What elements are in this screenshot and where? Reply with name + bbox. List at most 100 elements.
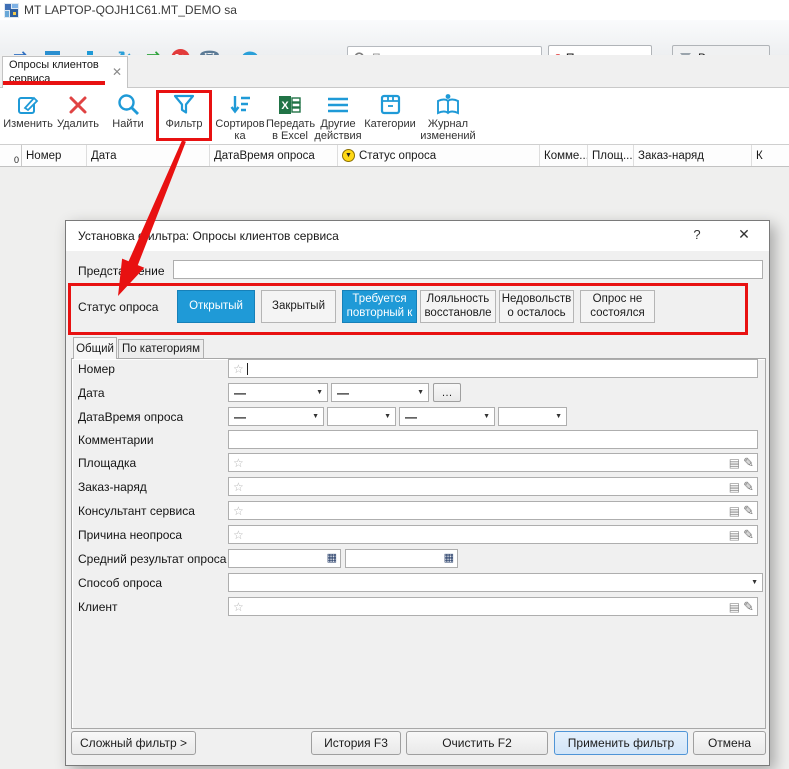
klient-input[interactable]: ☆ ▤✎ [228,597,758,616]
datavremya-op2-combo[interactable]: —▼ [399,407,495,426]
change-log-button[interactable]: Журнал изменений [418,91,478,143]
status-label: Статус опроса [78,300,158,314]
dropdown-caret-icon: ▼ [384,413,391,420]
column-header-zakaz[interactable]: Заказ-наряд [634,145,752,166]
dialog-help-button[interactable]: ? [685,227,709,245]
box-icon [362,91,418,118]
status-option-not-held[interactable]: Опрос не состоялся [580,290,655,323]
button-label: Передать в Excel [266,118,314,143]
tab-general[interactable]: Общий [73,337,117,359]
kommentarii-input[interactable] [228,430,758,449]
button-label: Изменить [2,118,54,130]
star-icon: ☆ [233,456,244,470]
status-option-loyalty[interactable]: Лояльность восстановле [420,290,496,323]
cancel-button[interactable]: Отмена [693,731,766,755]
dialog-titlebar[interactable]: Установка фильтра: Опросы клиентов серви… [66,221,769,251]
zakaz-input[interactable]: ☆ ▤✎ [228,477,758,496]
svg-text:X: X [281,100,289,112]
clear-button[interactable]: Очистить F2 [406,731,548,755]
prichina-input[interactable]: ☆ ▤✎ [228,525,758,544]
tab-label: Опросы клиентов сервиса [9,59,99,85]
column-header-kommentarii[interactable]: Комме... [540,145,588,166]
data-op1-combo[interactable]: —▼ [228,383,328,402]
search-icon [104,91,152,118]
data-more-button[interactable]: … [433,383,461,402]
status-option-open[interactable]: Открытый [177,290,255,323]
zakaz-label: Заказ-наряд [78,480,147,494]
status-option-closed[interactable]: Закрытый [261,290,336,323]
find-button[interactable]: Найти [104,91,152,130]
button-label: Сортировка [214,118,266,143]
window-title: MT LAPTOP-QOJH1C61.MT_DEMO sa [24,3,237,17]
text-caret [247,363,248,375]
advanced-filter-button[interactable]: Сложный фильтр > [71,731,196,755]
star-icon: ☆ [233,600,244,614]
tab-service-surveys[interactable]: Опросы клиентов сервиса ✕ [2,56,128,89]
edit-icon [2,91,54,118]
app-icon [4,3,19,18]
status-option-repeat[interactable]: Требуется повторный к [342,290,417,323]
button-label: Удалить [54,118,102,130]
button-label: Категории [362,118,418,130]
view-label: Представление [78,264,165,278]
konsultant-label: Консультант сервиса [78,504,195,518]
filter-button[interactable]: Фильтр [158,91,210,130]
sort-button[interactable]: Сортировка [214,91,266,143]
lookup-list-icon[interactable]: ▤ [729,528,740,542]
column-header-status[interactable]: ▼ Статус опроса [338,145,540,166]
apply-filter-button[interactable]: Применить фильтр [554,731,688,755]
button-label: Журнал изменений [418,118,478,143]
lookup-list-icon[interactable]: ▤ [729,600,740,614]
export-excel-button[interactable]: X Передать в Excel [266,91,314,143]
column-header-nomer[interactable]: Номер [22,145,87,166]
filter-funnel-icon [158,91,210,118]
sredniy-label: Средний результат опроса [78,552,226,566]
nomer-input[interactable]: ☆ [228,359,758,378]
history-button[interactable]: История F3 [311,731,401,755]
datavremya-op1-combo[interactable]: —▼ [228,407,324,426]
edit-pencil-icon[interactable]: ✎ [743,503,754,519]
more-actions-button[interactable]: Другие действия [314,91,362,143]
datavremya-val2-combo[interactable]: ▼ [498,407,567,426]
ploshchadka-input[interactable]: ☆ ▤✎ [228,453,758,472]
lookup-list-icon[interactable]: ▤ [729,456,740,470]
dropdown-caret-icon: ▼ [316,389,323,396]
view-input[interactable] [173,260,763,279]
edit-pencil-icon[interactable]: ✎ [743,599,754,615]
edit-pencil-icon[interactable]: ✎ [743,455,754,471]
column-header-datavremya[interactable]: ДатаВремя опроса [210,145,338,166]
tab-close-icon[interactable]: ✕ [112,66,122,78]
status-option-dissatisfied[interactable]: Недовольств о осталось [499,290,574,323]
edit-pencil-icon[interactable]: ✎ [743,527,754,543]
filter-dialog: Установка фильтра: Опросы клиентов серви… [65,220,770,766]
data-op2-combo[interactable]: —▼ [331,383,429,402]
nomer-label: Номер [78,362,115,376]
konsultant-input[interactable]: ☆ ▤✎ [228,501,758,520]
journal-book-icon [418,91,478,118]
column-header-ploshchadka[interactable]: Площ... [588,145,634,166]
calculator-icon[interactable]: ▦ [327,553,337,564]
edit-pencil-icon[interactable]: ✎ [743,479,754,495]
delete-icon [54,91,102,118]
dialog-close-icon[interactable]: ✕ [731,226,757,246]
column-header-klient[interactable]: К [752,145,789,166]
button-label: Фильтр [158,118,210,130]
dropdown-caret-icon: ▼ [312,413,319,420]
datavremya-label: ДатаВремя опроса [78,410,183,424]
sredniy-to-input[interactable]: ▦ [345,549,458,568]
prichina-label: Причина неопроса [78,528,182,542]
kommentarii-label: Комментарии [78,433,154,447]
calculator-icon[interactable]: ▦ [444,553,454,564]
star-icon: ☆ [233,504,244,518]
categories-button[interactable]: Категории [362,91,418,130]
sposob-combo[interactable]: ▼ [228,573,763,592]
column-header-data[interactable]: Дата [87,145,210,166]
window-titlebar: MT LAPTOP-QOJH1C61.MT_DEMO sa [0,0,789,20]
edit-button[interactable]: Изменить [2,91,54,130]
lookup-list-icon[interactable]: ▤ [729,504,740,518]
tab-by-categories[interactable]: По категориям [118,339,204,359]
delete-button[interactable]: Удалить [54,91,102,130]
datavremya-val1-combo[interactable]: ▼ [327,407,396,426]
sredniy-from-input[interactable]: ▦ [228,549,341,568]
lookup-list-icon[interactable]: ▤ [729,480,740,494]
